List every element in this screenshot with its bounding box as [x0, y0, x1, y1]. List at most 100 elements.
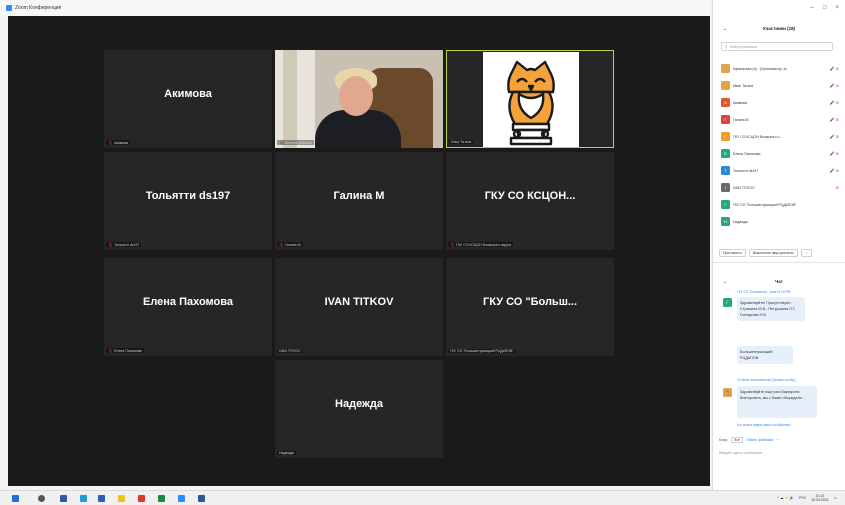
- tile-label: Надежда: [277, 451, 296, 455]
- chat-input[interactable]: Введите здесь сообщение...: [719, 451, 765, 455]
- participant-row[interactable]: A Акимова 🎤 ⊘: [721, 94, 839, 111]
- chat-avatar-owl-icon: 🦉: [723, 388, 732, 397]
- participant-mic-video-status-icon[interactable]: 🎤 ⊘: [830, 151, 839, 156]
- participant-row[interactable]: Г ГКУ СО "Большеглушицкий РЦДиПОВ": [721, 196, 839, 213]
- participant-row[interactable]: Афанасьев (я) · (Организатор, я) 🎤 ⊘: [721, 60, 839, 77]
- video-tile-akimova[interactable]: Акимова 🎙 Акимова: [104, 50, 272, 148]
- tile-label-text: Надежда: [279, 451, 294, 455]
- explorer-icon[interactable]: [118, 495, 125, 502]
- zoom-taskbar-icon[interactable]: [178, 495, 185, 502]
- participant-name: Елена Пахомова: [733, 151, 761, 156]
- more-button[interactable]: ...: [800, 249, 812, 257]
- participant-row[interactable]: Иван Титков 🎤 ⊘: [721, 77, 839, 94]
- search-icon[interactable]: [38, 495, 45, 502]
- participant-name: ГКУ СО КСЦОН Волжского о...: [733, 134, 783, 139]
- participant-avatar: [721, 81, 730, 90]
- participant-name: IVAN TITKOV: [733, 185, 755, 190]
- tile-name: IVAN TITKOV: [324, 296, 394, 308]
- participant-mic-video-status-icon[interactable]: 🎤 ⊘: [830, 117, 839, 122]
- tile-label-text: Илья Титков: [451, 140, 472, 144]
- participant-actions: Пригласить Выключить звук для всех ...: [719, 249, 812, 257]
- close-button[interactable]: ×: [835, 5, 839, 11]
- taskview-icon[interactable]: [60, 495, 67, 502]
- app-icon[interactable]: [138, 495, 145, 502]
- tile-label-text: Евгения Шахова: [285, 140, 312, 145]
- tile-label-text: Акимова: [114, 140, 129, 145]
- collapse-chevron-icon[interactable]: ⌄: [723, 279, 727, 285]
- tile-label-text: ГКУ СО "Большеглушицкий РЦДиПОВ": [450, 349, 514, 353]
- title-bar: Zoom Конференция: [0, 0, 710, 16]
- video-tile-kscon[interactable]: ГКУ СО КСЦОН... 🎙 ГКУ СО КСЦОН Волжского …: [446, 152, 614, 250]
- tray-icons[interactable]: ^ ☁ ⚡ 🔊: [777, 496, 794, 500]
- participant-row[interactable]: I IVAN TITKOV ⊘: [721, 179, 839, 196]
- tile-label-text: Елена Пахомова: [114, 348, 142, 353]
- chat-avatar: Г: [723, 298, 732, 307]
- search-placeholder: Найти участника: [729, 44, 757, 49]
- mic-muted-icon: 🎙: [279, 140, 285, 145]
- participant-mic-video-status-icon[interactable]: 🎤 ⊘: [830, 168, 839, 173]
- chat-message-bubble: Здравствуйте еще раз Маргарита Викторовн…: [737, 386, 817, 418]
- tile-label: ГКУ СО "Большеглушицкий РЦДиПОВ": [448, 349, 516, 353]
- photo-curtain: [283, 50, 297, 148]
- tile-name: Акимова: [164, 88, 212, 100]
- participant-search-input[interactable]: ⚲ Найти участника: [721, 42, 833, 51]
- tile-name: Тольятти ds197: [145, 190, 231, 202]
- tile-label: 🎙 Акимова: [106, 140, 131, 145]
- zoom-app-icon: [6, 5, 12, 11]
- app2-icon[interactable]: [198, 495, 205, 502]
- participant-mic-video-status-icon[interactable]: 🎤 ⊘: [830, 100, 839, 105]
- participant-name: Афанасьев (я) · (Организатор, я): [733, 66, 787, 71]
- tile-label: 🎙 Галина М: [277, 242, 303, 247]
- video-tile-camera[interactable]: 🎙 Евгения Шахова: [275, 50, 443, 148]
- tile-label-text: Галина М: [285, 242, 301, 247]
- start-icon[interactable]: [12, 495, 19, 502]
- participant-row[interactable]: Н Надежда: [721, 213, 839, 230]
- tile-label: Илья Титков: [449, 140, 474, 144]
- zoom-window: Zoom Конференция Акимова 🎙 Акимова 🎙 Евген…: [0, 0, 845, 505]
- chat-header: ⌄ Чат: [713, 279, 845, 284]
- participant-avatar: A: [721, 98, 730, 107]
- participant-row[interactable]: Г Галина М 🎤 ⊘: [721, 111, 839, 128]
- participant-name: ГКУ СО "Большеглушицкий РЦДиПОВ": [733, 202, 797, 207]
- clock[interactable]: 10:13 16.03.2021: [811, 494, 829, 502]
- more-icon[interactable]: ⋯: [776, 438, 780, 442]
- participant-row[interactable]: Г ГКУ СО КСЦОН Волжского о... 🎤 ⊘: [721, 128, 839, 145]
- mute-all-button[interactable]: Выключить звук для всех: [748, 249, 798, 257]
- notifications-icon[interactable]: ▭: [834, 496, 837, 500]
- minimize-button[interactable]: –: [811, 5, 814, 11]
- video-tile-nadezhda[interactable]: Надежда Надежда: [275, 360, 443, 458]
- video-tile-bolsh[interactable]: ГКУ СО "Больш... ГКУ СО "Большеглушицкий…: [446, 258, 614, 356]
- participant-mic-video-status-icon[interactable]: 🎤 ⊘: [830, 134, 839, 139]
- excel-icon[interactable]: [158, 495, 165, 502]
- video-tile-galina[interactable]: Галина М 🎙 Галина М: [275, 152, 443, 250]
- chat-footer: Кому: Все Обмен файлами ⋯: [719, 437, 780, 443]
- tile-label-text: Тольятти ds197: [114, 242, 140, 247]
- tile-name: Надежда: [335, 398, 383, 410]
- participant-name: Акимова: [733, 100, 747, 105]
- language-indicator[interactable]: РУС: [799, 496, 806, 500]
- participant-row[interactable]: Т Тольятти ds197 🎤 ⊘: [721, 162, 839, 179]
- participant-mic-video-status-icon[interactable]: 🎤 ⊘: [830, 83, 839, 88]
- participants-header: ⌄ Участники (18): [713, 26, 845, 31]
- invite-button[interactable]: Пригласить: [719, 249, 746, 257]
- tile-label: 🎙 ГКУ СО КСЦОН Волжского округа: [448, 242, 513, 247]
- file-share-button[interactable]: Обмен файлами: [746, 438, 773, 442]
- participant-row[interactable]: Е Елена Пахомова 🎤 ⊘: [721, 145, 839, 162]
- video-tile-tolyatti[interactable]: Тольятти ds197 🎙 Тольятти ds197: [104, 152, 272, 250]
- clock-date: 16.03.2021: [811, 498, 829, 502]
- who-can-see-link[interactable]: Кто может видеть ваши сообщения?: [737, 423, 791, 427]
- participant-mic-video-status-icon[interactable]: ⊘: [836, 185, 839, 190]
- recipient-select[interactable]: Все: [731, 437, 744, 443]
- tile-name: ГКУ СО "Больш...: [482, 296, 578, 308]
- word-icon[interactable]: [98, 495, 105, 502]
- edge-icon[interactable]: [80, 495, 87, 502]
- maximize-button[interactable]: □: [823, 5, 827, 11]
- video-tile-ivan[interactable]: IVAN TITKOV IVAN TITKOV: [275, 258, 443, 356]
- participant-mic-video-status-icon[interactable]: 🎤 ⊘: [830, 66, 839, 71]
- participants-title: Участники (18): [762, 26, 796, 31]
- to-label: Кому:: [719, 438, 729, 442]
- video-tile-elena[interactable]: Елена Пахомова 🎙 Елена Пахомова: [104, 258, 272, 356]
- video-tile-owl[interactable]: Илья Титков: [446, 50, 614, 148]
- side-panel: – □ × ⌄ Участники (18) ⚲ Найти участника…: [712, 0, 845, 490]
- collapse-chevron-icon[interactable]: ⌄: [723, 26, 727, 32]
